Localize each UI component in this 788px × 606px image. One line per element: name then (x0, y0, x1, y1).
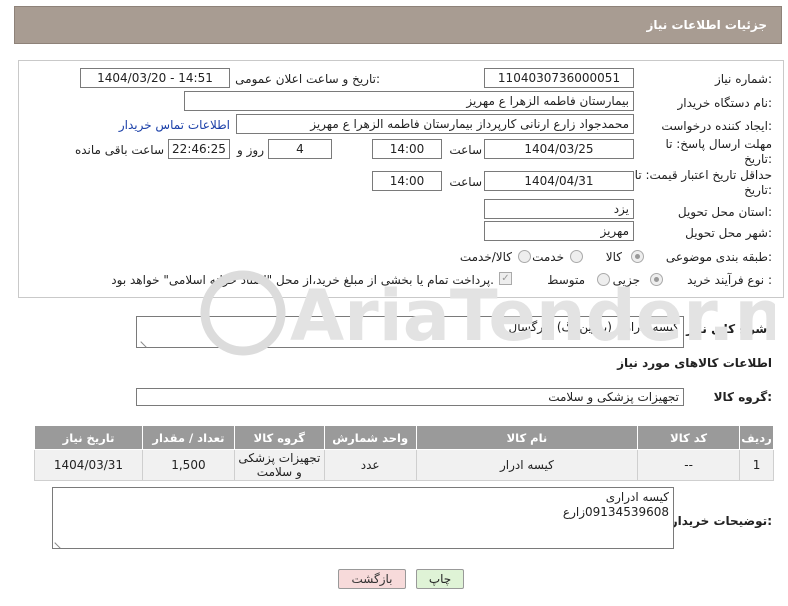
back-button[interactable]: بازگشت (338, 569, 406, 589)
process-medium-label: متوسط (547, 273, 585, 287)
cell-unit: عدد (323, 449, 417, 481)
buyer-contact-link[interactable]: اطلاعات تماس خریدار (119, 118, 230, 132)
need-number-label: شماره نیاز: (714, 72, 772, 86)
reply-deadline-label: مهلت ارسال پاسخ: تا تاریخ: (665, 137, 772, 166)
days-field[interactable]: 4 (268, 139, 332, 159)
remaining-field[interactable]: 22:46:25 (168, 139, 230, 159)
col-row-header: ردیف (739, 425, 774, 450)
col-code-header: کد کالا (637, 425, 741, 450)
cell-code: -- (637, 449, 741, 481)
category-service-label: خدمت (532, 250, 564, 264)
price-validity-label: حداقل تاریخ اعتبار قیمت: تا تاریخ: (634, 168, 772, 197)
reply-time-label: ساعت (449, 143, 482, 157)
price-time-label: ساعت (449, 175, 482, 189)
goods-group-label: گروه کالا: (713, 390, 772, 404)
cell-name: کیسه ادرار (415, 449, 639, 481)
payment-checkbox[interactable]: ✓ (499, 272, 512, 285)
buyer-notes-label: توضیحات خریدار: (670, 514, 772, 528)
table-header-row: ردیف کد کالا نام کالا واحد شمارش گروه کا… (34, 425, 774, 450)
creator-field[interactable]: محمدجواد زارع ارنانی کارپرداز بیمارستان … (236, 114, 634, 134)
summary-field[interactable]: کیسه ادراری (یورین بگ) بزرگسال (136, 316, 684, 348)
col-date-header: تاریخ نیاز (34, 425, 143, 450)
need-number-field[interactable]: 1104030736000051 (484, 68, 634, 88)
summary-label: شرح کلی نیاز: (686, 322, 772, 336)
creator-label: ایجاد کننده درخواست: (661, 119, 772, 133)
cell-row: 1 (739, 449, 774, 481)
buyer-notes-line1: کیسه ادراری (605, 490, 669, 504)
cell-group: تجهیزات پزشکی و سلامت (233, 449, 325, 481)
buyer-notes-line2: 09134539608زارع (562, 505, 669, 519)
process-radio-minor[interactable] (650, 273, 663, 286)
page-title: جزئیات اطلاعات نیاز (646, 18, 767, 32)
cell-date: 1404/03/31 (34, 449, 143, 481)
col-group-header: گروه کالا (233, 425, 325, 450)
buyer-org-label: نام دستگاه خریدار: (677, 96, 773, 110)
days-label: روز و (237, 143, 264, 157)
process-radio-medium[interactable] (597, 273, 610, 286)
payment-note: پرداخت تمام یا بخشی از مبلغ خرید،از محل … (111, 273, 494, 287)
buyer-org-field[interactable]: بیمارستان فاطمه الزهرا ع مهریز (184, 91, 634, 111)
process-minor-label: جزیی (612, 273, 640, 287)
announce-label: تاریخ و ساعت اعلان عمومی: (235, 72, 380, 86)
col-name-header: نام کالا (415, 425, 639, 450)
category-radio-goods[interactable] (631, 250, 644, 263)
category-radio-service[interactable] (570, 250, 583, 263)
table-row[interactable]: 1 -- کیسه ادرار عدد تجهیزات پزشکی و سلام… (34, 449, 774, 481)
print-button[interactable]: چاپ (416, 569, 464, 589)
cell-qty: 1,500 (141, 449, 235, 481)
category-goods-service-label: کالا/خدمت (459, 250, 512, 264)
col-unit-header: واحد شمارش (323, 425, 417, 450)
goods-section-title: اطلاعات کالاهای مورد نیاز (617, 356, 772, 370)
reply-date-field[interactable]: 1404/03/25 (484, 139, 634, 159)
price-date-field[interactable]: 1404/04/31 (484, 171, 634, 191)
price-time-field[interactable]: 14:00 (372, 171, 442, 191)
buyer-notes-field[interactable]: کیسه ادراری 09134539608زارع (52, 487, 674, 549)
city-field[interactable]: مهریز (484, 221, 634, 241)
category-label: طبقه بندی موضوعی: (665, 250, 772, 264)
city-label: شهر محل تحویل: (685, 226, 772, 240)
province-field[interactable]: یزد (484, 199, 634, 219)
goods-table: ردیف کد کالا نام کالا واحد شمارش گروه کا… (34, 425, 774, 481)
reply-time-field[interactable]: 14:00 (372, 139, 442, 159)
province-label: استان محل تحویل: (677, 205, 772, 219)
page-title-bar: جزئیات اطلاعات نیاز (14, 6, 782, 44)
col-qty-header: تعداد / مقدار (141, 425, 235, 450)
announce-field[interactable]: 1404/03/20 - 14:51 (80, 68, 230, 88)
category-radio-goods-service[interactable] (518, 250, 531, 263)
category-goods-label: کالا (605, 250, 622, 264)
process-label: نوع فرآیند خرید : (687, 273, 772, 287)
remaining-label: ساعت باقی مانده (74, 143, 164, 157)
goods-group-field[interactable]: تجهیزات پزشکی و سلامت (136, 388, 684, 406)
